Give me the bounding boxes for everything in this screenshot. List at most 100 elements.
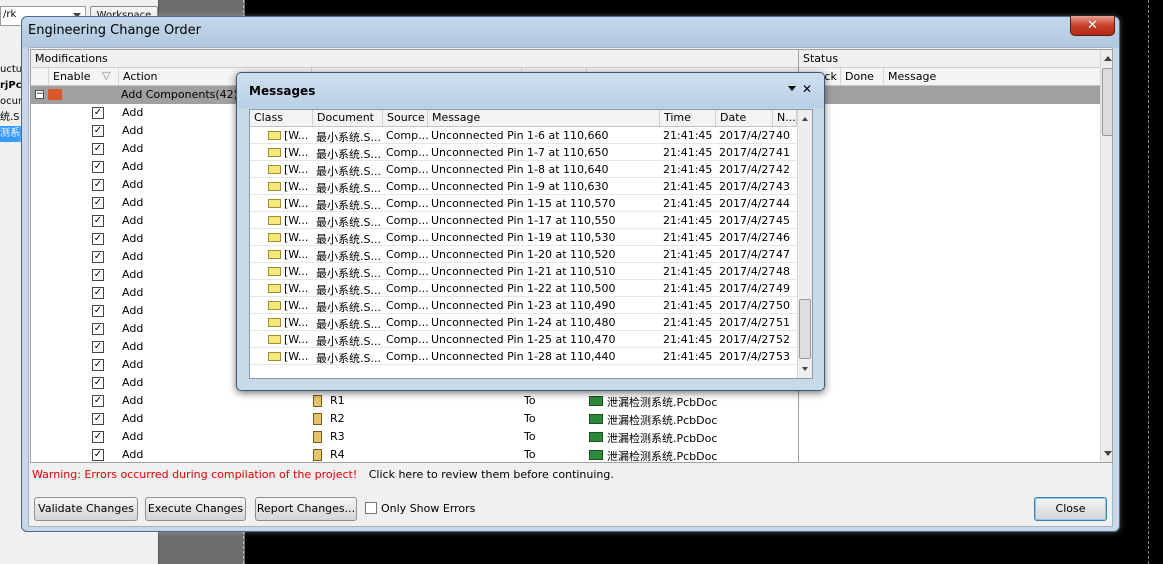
message-row[interactable]: [W... 最小系统.S... Comp... Unconnected Pin 1-2… (250, 263, 798, 280)
action-cell: Add (122, 430, 144, 443)
enable-checkbox[interactable]: ✓ (92, 161, 104, 173)
close-icon[interactable]: ✕ (1070, 16, 1115, 36)
message-row[interactable]: [W... 最小系统.S... Comp... Unconnected Pin 1-2… (250, 331, 798, 348)
scroll-down-icon[interactable] (1104, 451, 1112, 456)
message-row[interactable]: [W... 最小系统.S... Comp... Unconnected Pin 1-8… (250, 161, 798, 178)
message-row[interactable]: [W... 最小系统.S... Comp... Unconnected Pin 1-2… (250, 246, 798, 263)
message-class-cell: [W... (284, 265, 309, 278)
enable-checkbox[interactable]: ✓ (92, 197, 104, 209)
message-row[interactable]: [W... 最小系统.S... Comp... Unconnected Pin 1-2… (250, 297, 798, 314)
grid-scrollbar[interactable] (1100, 50, 1112, 462)
action-cell: Add (122, 178, 144, 191)
scroll-down-icon[interactable] (802, 367, 808, 371)
scroll-up-icon[interactable] (1104, 56, 1112, 61)
message-date-cell: 2017/4/27 (719, 299, 776, 312)
enable-checkbox[interactable]: ✓ (92, 431, 104, 443)
warning-bar[interactable]: Warning: Errors occurred during compilat… (32, 468, 1112, 481)
message-class-cell: [W... (284, 197, 309, 210)
enable-checkbox[interactable]: ✓ (92, 215, 104, 227)
message-row[interactable]: [W... 最小系统.S... Comp... Unconnected Pin 1-2… (250, 280, 798, 297)
column-header-document[interactable]: Document (313, 110, 383, 127)
execute-changes-button[interactable]: Execute Changes (145, 497, 246, 521)
message-message-cell: Unconnected Pin 1-21 at 110,510 (431, 265, 616, 278)
scroll-thumb[interactable] (1102, 68, 1112, 136)
affected-object-cell: R1 (330, 394, 345, 407)
enable-checkbox[interactable]: ✓ (92, 395, 104, 407)
close-icon[interactable]: ✕ (802, 82, 812, 96)
message-date-cell: 2017/4/27 (719, 350, 776, 363)
message-message-cell: Unconnected Pin 1-6 at 110,660 (431, 129, 609, 142)
enable-checkbox[interactable]: ✓ (92, 107, 104, 119)
messages-scrollbar[interactable] (797, 110, 812, 378)
message-source-cell: Comp... (386, 163, 429, 176)
message-row[interactable]: [W... 最小系统.S... Comp... Unconnected Pin 1-1… (250, 212, 798, 229)
enable-checkbox[interactable]: ✓ (92, 359, 104, 371)
column-header-source[interactable]: Source (383, 110, 428, 127)
message-row[interactable]: [W... 最小系统.S... Comp... Unconnected Pin 1-1… (250, 195, 798, 212)
close-button[interactable]: Close (1034, 497, 1107, 521)
action-cell: Add (122, 232, 144, 245)
warning-link[interactable]: Click here to review them before continu… (369, 468, 614, 481)
enable-checkbox[interactable]: ✓ (92, 179, 104, 191)
enable-checkbox[interactable]: ✓ (92, 413, 104, 425)
column-header-class[interactable]: Class (250, 110, 313, 127)
message-row[interactable]: [W... 最小系统.S... Comp... Unconnected Pin 1-6… (250, 127, 798, 144)
message-message-cell: Unconnected Pin 1-7 at 110,650 (431, 146, 609, 159)
panel-menu-icon[interactable] (788, 86, 796, 91)
to-cell: To (524, 448, 536, 461)
message-no-cell: 42 (776, 163, 790, 176)
enable-checkbox[interactable]: ✓ (92, 323, 104, 335)
table-row[interactable]: ✓ Add R2 To 泄漏检测系统.PcbDoc (31, 410, 1101, 428)
enable-checkbox[interactable]: ✓ (92, 251, 104, 263)
action-cell: Add (122, 142, 144, 155)
message-date-cell: 2017/4/27 (719, 316, 776, 329)
enable-checkbox[interactable]: ✓ (92, 287, 104, 299)
message-row[interactable]: [W... 最小系统.S... Comp... Unconnected Pin 1-2… (250, 348, 798, 365)
action-cell: Add (122, 286, 144, 299)
enable-checkbox[interactable]: ✓ (92, 233, 104, 245)
message-row[interactable]: [W... 最小系统.S... Comp... Unconnected Pin 1-1… (250, 229, 798, 246)
warning-text: Warning: Errors occurred during compilat… (32, 468, 358, 481)
column-header-done[interactable]: Done (841, 68, 884, 86)
collapse-icon[interactable]: − (35, 90, 44, 99)
component-icon (313, 449, 322, 461)
table-row[interactable]: ✓ Add R1 To 泄漏检测系统.PcbDoc (31, 392, 1101, 410)
column-header-message[interactable]: Message (884, 68, 1101, 86)
action-cell: Add (122, 214, 144, 227)
message-no-cell: 51 (776, 316, 790, 329)
enable-checkbox[interactable]: ✓ (92, 377, 104, 389)
table-row[interactable]: ✓ Add R4 To 泄漏检测系统.PcbDoc (31, 446, 1101, 462)
enable-checkbox[interactable]: ✓ (92, 269, 104, 281)
message-document-cell: 最小系统.S... (316, 318, 381, 331)
message-row[interactable]: [W... 最小系统.S... Comp... Unconnected Pin 1-7… (250, 144, 798, 161)
enable-checkbox[interactable]: ✓ (92, 125, 104, 137)
scroll-up-icon[interactable] (802, 117, 808, 121)
message-source-cell: Comp... (386, 146, 429, 159)
message-date-cell: 2017/4/27 (719, 333, 776, 346)
enable-checkbox[interactable]: ✓ (92, 143, 104, 155)
message-row[interactable]: [W... 最小系统.S... Comp... Unconnected Pin 1-2… (250, 314, 798, 331)
enable-checkbox[interactable]: ✓ (92, 305, 104, 317)
column-header-number[interactable]: N... (773, 110, 797, 127)
warning-folder-icon (268, 318, 281, 327)
column-header-date[interactable]: Date (716, 110, 773, 127)
action-cell: Add (122, 124, 144, 137)
warning-folder-icon (268, 148, 281, 157)
report-changes-button[interactable]: Report Changes... (255, 497, 357, 521)
table-row[interactable]: ✓ Add R3 To 泄漏检测系统.PcbDoc (31, 428, 1101, 446)
message-time-cell: 21:41:45 (663, 282, 713, 295)
pcb-document-icon (589, 432, 603, 442)
message-row[interactable]: [W... 最小系统.S... Comp... Unconnected Pin 1-9… (250, 178, 798, 195)
column-header-enable[interactable]: Enable ▽ (49, 68, 119, 86)
enable-checkbox[interactable]: ✓ (92, 449, 104, 461)
workspace-combo-value: /rk (3, 9, 17, 20)
message-no-cell: 52 (776, 333, 790, 346)
enable-checkbox[interactable]: ✓ (92, 341, 104, 353)
only-show-errors-checkbox[interactable] (365, 502, 377, 514)
message-time-cell: 21:41:45 (663, 180, 713, 193)
message-no-cell: 45 (776, 214, 790, 227)
column-header-time[interactable]: Time (660, 110, 716, 127)
column-header-message[interactable]: Message (428, 110, 660, 127)
validate-changes-button[interactable]: Validate Changes (34, 497, 138, 521)
scroll-thumb[interactable] (799, 299, 811, 359)
